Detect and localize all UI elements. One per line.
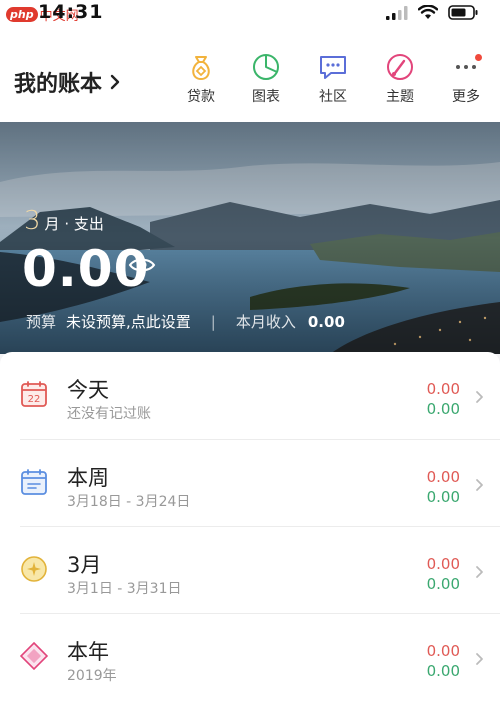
nav-chart-label: 图表 — [252, 89, 280, 105]
clock: 14:31 — [38, 1, 104, 23]
ledger-selector[interactable]: 我的账本 — [14, 66, 120, 98]
moon-icon — [21, 556, 47, 582]
month-number: 3 — [24, 206, 41, 236]
calendar-day-icon: 22 — [21, 381, 47, 407]
app-header: 我的账本 贷款 图表 社区 主题 更多 — [0, 30, 500, 122]
income-value: 0.00 — [307, 312, 345, 331]
budget-separator: | — [210, 312, 216, 331]
signal-icon — [386, 5, 408, 20]
battery-icon — [448, 5, 478, 20]
logo-badge: php — [6, 7, 38, 22]
calendar-week-icon — [21, 469, 47, 495]
list-item-week[interactable]: 本周 3月18日 - 3月24日 0.00 0.00 — [0, 440, 500, 525]
list-item-today[interactable]: 22 今天 还没有记过账 0.00 0.00 — [0, 352, 500, 437]
row-title: 3月 — [67, 553, 102, 577]
chevron-right-icon — [476, 391, 483, 403]
chart-icon — [253, 54, 279, 80]
theme-icon — [387, 54, 413, 80]
loan-icon — [192, 56, 210, 81]
community-icon — [320, 56, 346, 79]
chevron-right-icon — [110, 74, 120, 90]
row-subtitle: 2019年 — [67, 668, 117, 684]
budget-label: 预算 — [26, 313, 57, 331]
row-income: 0.00 — [426, 662, 460, 680]
calendar-day-number: 22 — [28, 394, 41, 405]
budget-status[interactable]: 未设预算,点此设置 — [66, 311, 191, 332]
budget-row[interactable]: 预算 未设预算,点此设置 | 本月收入 0.00 — [26, 311, 345, 332]
row-title: 本年 — [67, 640, 109, 664]
ledger-title: 我的账本 — [14, 72, 103, 97]
nav-loan[interactable]: 贷款 — [171, 52, 231, 106]
status-bar: php 中文网 14:31 — [0, 0, 500, 30]
row-income: 0.00 — [426, 400, 460, 418]
notification-dot — [475, 54, 482, 61]
row-title: 本周 — [67, 466, 109, 490]
row-title: 今天 — [67, 378, 109, 402]
row-subtitle: 3月1日 - 3月31日 — [67, 581, 182, 597]
nav-theme-label: 主题 — [386, 89, 414, 105]
status-icons — [386, 5, 478, 20]
wifi-icon — [418, 5, 438, 19]
nav-community-label: 社区 — [319, 89, 347, 105]
nav-theme[interactable]: 主题 — [370, 52, 430, 106]
nav-more-label: 更多 — [452, 89, 480, 105]
period-summary-list: 22 今天 还没有记过账 0.00 0.00 本周 3月18日 - 3月24日 … — [0, 352, 500, 704]
nav-chart[interactable]: 图表 — [236, 52, 296, 106]
row-subtitle: 3月18日 - 3月24日 — [67, 494, 191, 510]
row-income: 0.00 — [426, 488, 460, 506]
list-item-year[interactable]: 本年 2019年 0.00 0.00 — [0, 614, 500, 699]
summary-banner[interactable]: 3 月 · 支出 0.00 预算 未设预算,点此设置 | 本月收入 0.00 — [0, 122, 500, 354]
row-expense: 0.00 — [426, 468, 460, 486]
month-label: 3 月 · 支出 — [24, 206, 104, 236]
row-expense: 0.00 — [426, 380, 460, 398]
diamond-icon — [20, 642, 48, 670]
nav-community[interactable]: 社区 — [303, 52, 363, 106]
chevron-right-icon — [476, 653, 483, 665]
chevron-right-icon — [476, 566, 483, 578]
row-income: 0.00 — [426, 575, 460, 593]
row-subtitle: 还没有记过账 — [67, 406, 151, 422]
row-expense: 0.00 — [426, 555, 460, 573]
nav-more[interactable]: 更多 — [436, 52, 496, 106]
row-expense: 0.00 — [426, 642, 460, 660]
eye-icon[interactable] — [128, 256, 156, 274]
list-item-month[interactable]: 3月 3月1日 - 3月31日 0.00 0.00 — [0, 527, 500, 612]
income-label: 本月收入 — [235, 313, 296, 331]
month-expense-label: 月 · 支出 — [44, 215, 104, 233]
chevron-right-icon — [476, 479, 483, 491]
nav-loan-label: 贷款 — [187, 89, 215, 105]
